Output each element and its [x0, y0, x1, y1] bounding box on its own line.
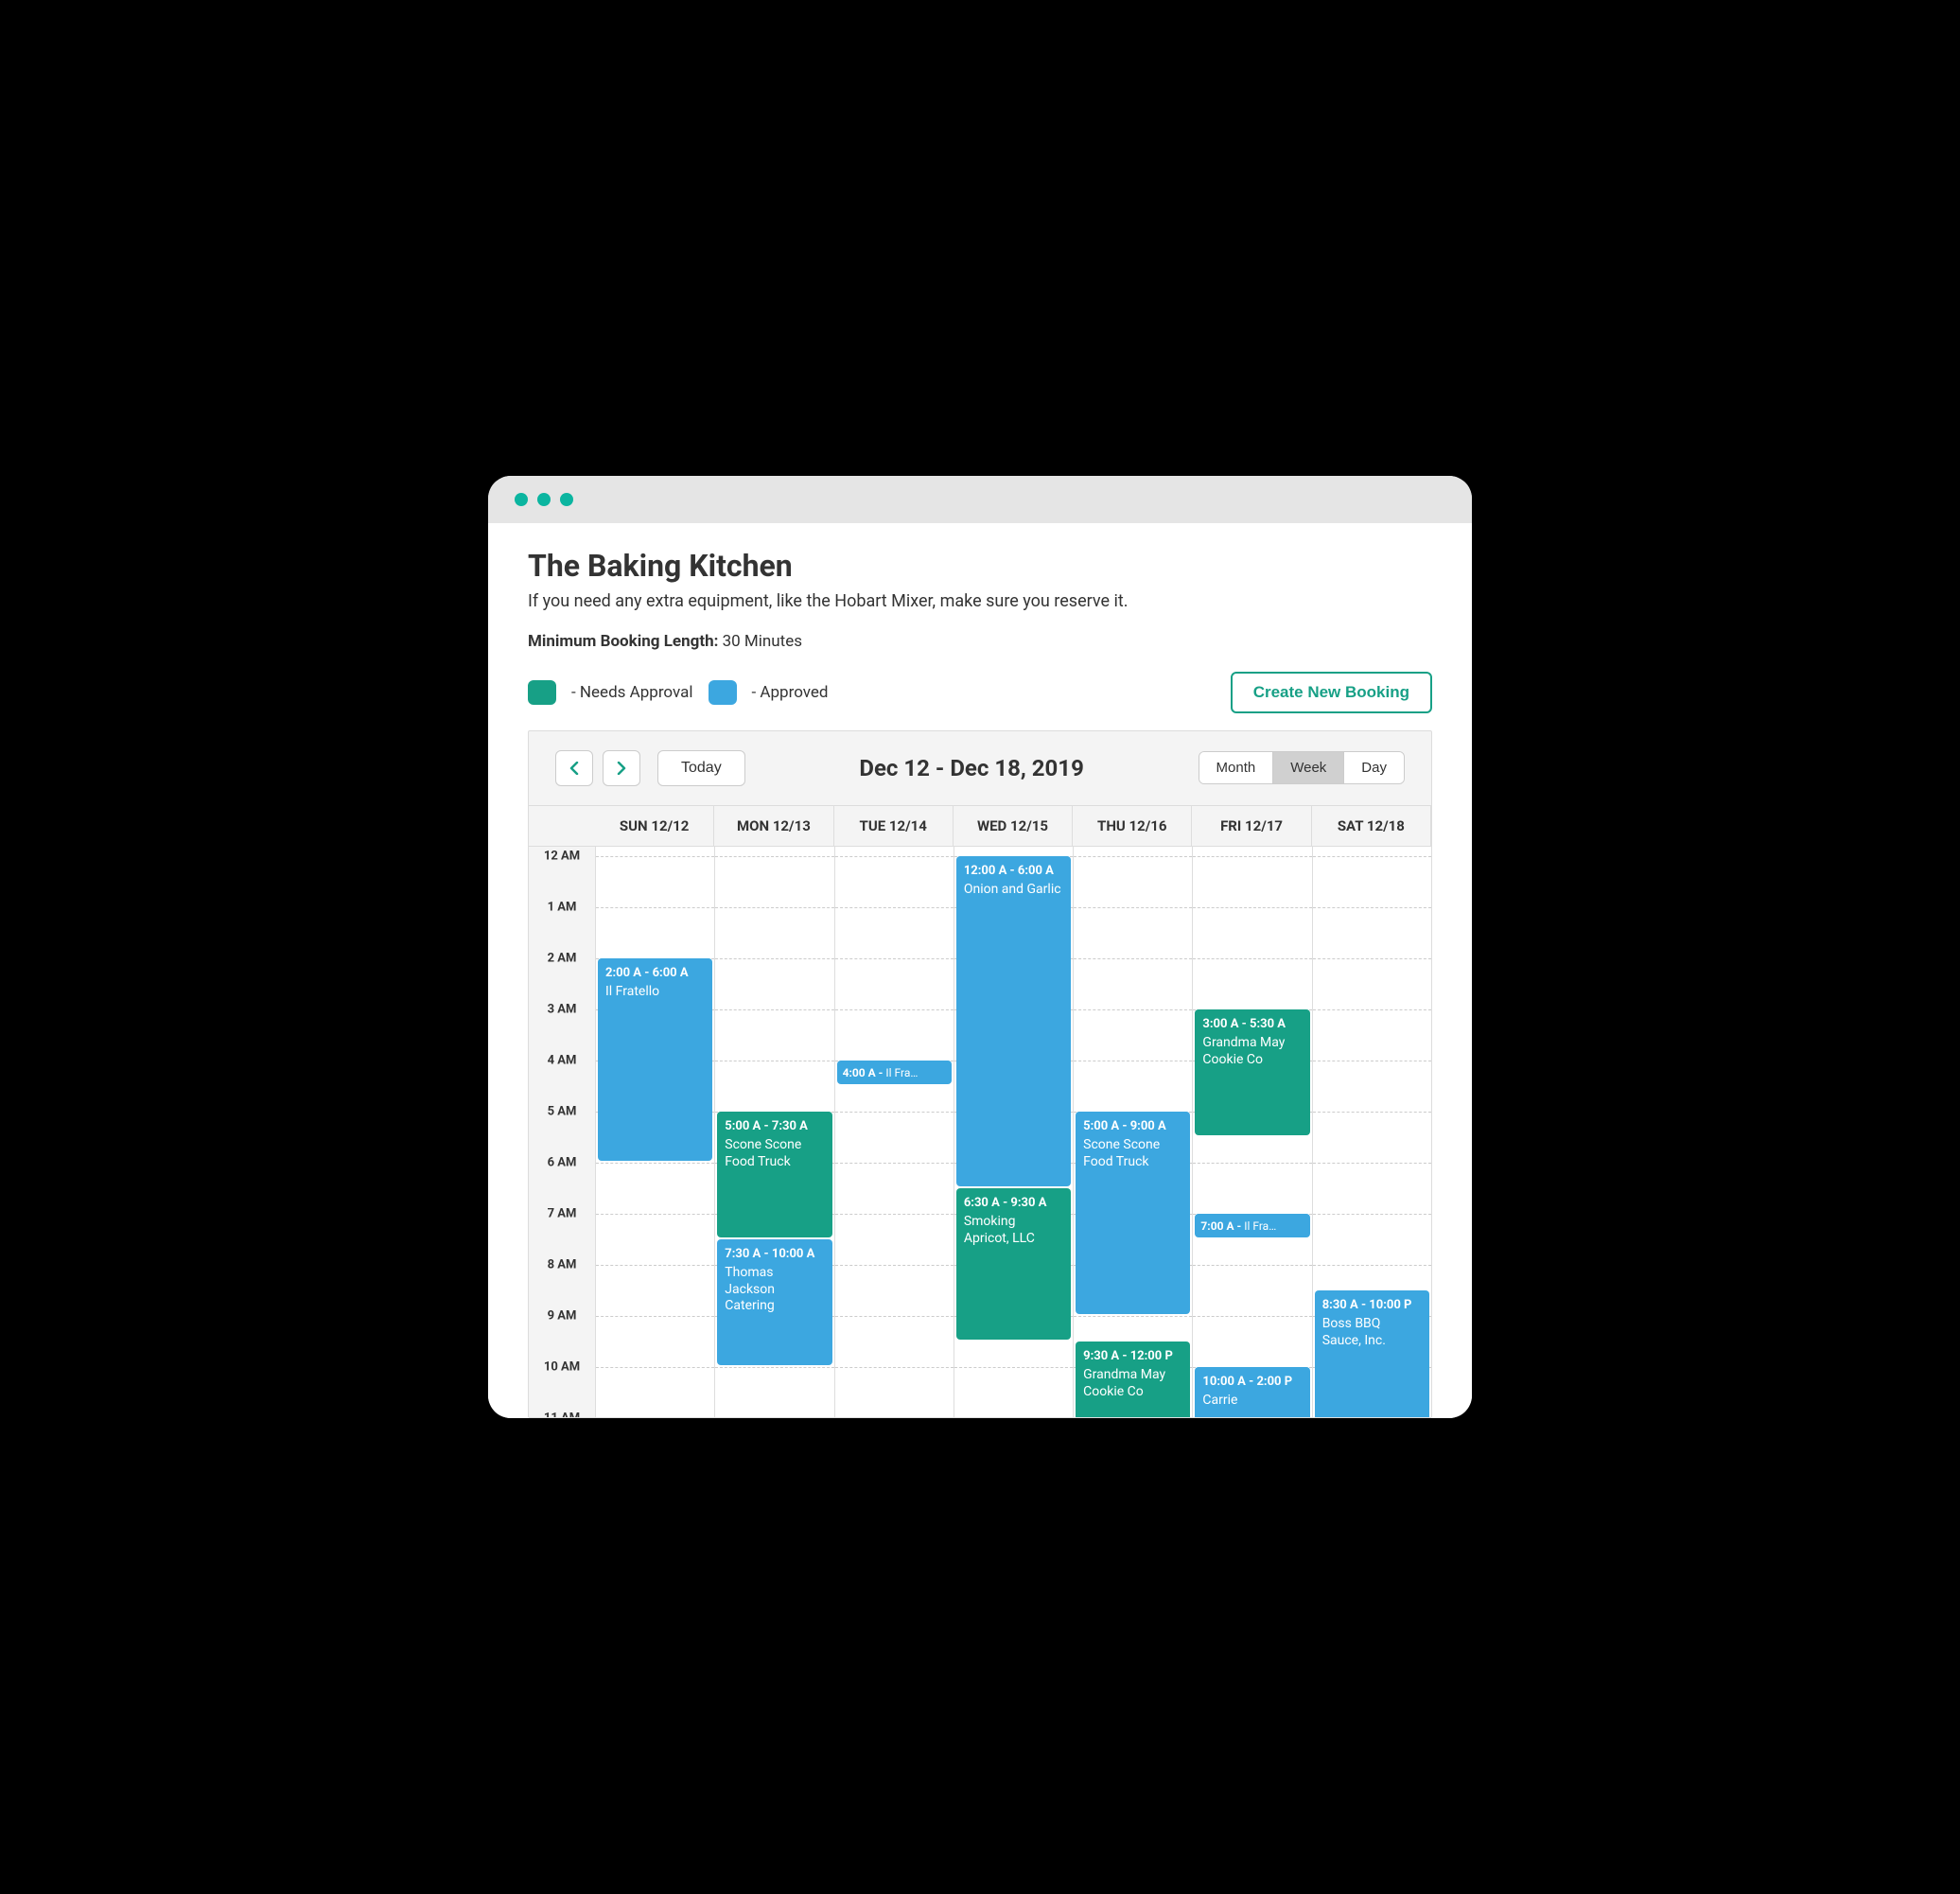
legend-needs-approval: - Needs Approval [571, 683, 693, 702]
day-header-fri: FRI 12/17 [1192, 805, 1311, 846]
view-toggle: Month Week Day [1199, 751, 1405, 784]
day-col-tue[interactable]: 4:00 A - Il Fra… [834, 847, 954, 1418]
event-title: Il Fra… [885, 1066, 918, 1079]
swatch-approved [709, 680, 737, 705]
event-title: Smoking Apricot, LLC [964, 1214, 1063, 1247]
legend-approved: - Approved [752, 683, 829, 702]
event-title: Onion and Garlic [964, 882, 1063, 899]
day-header-thu: THU 12/16 [1073, 805, 1192, 846]
page-description: If you need any extra equipment, like th… [528, 591, 1432, 611]
day-header-sat: SAT 12/18 [1312, 805, 1431, 846]
event-title: Il Fra… [1244, 1219, 1276, 1233]
event-title: Grandma May Cookie Co [1202, 1035, 1302, 1068]
booking-event[interactable]: 5:00 A - 9:00 A Scone Scone Food Truck [1076, 1112, 1190, 1314]
event-title: Boss BBQ Sauce, Inc. [1322, 1316, 1422, 1349]
hour-label: 9 AM [529, 1309, 595, 1324]
window-dot [515, 493, 528, 506]
calendar-body[interactable]: 12 AM 1 AM 2 AM 3 AM 4 AM 5 AM 6 AM 7 AM 8 AM 9 A… [529, 846, 1431, 1418]
next-button[interactable] [603, 750, 640, 786]
min-booking-label: Minimum Booking Length: [528, 632, 718, 651]
calendar-toolbar: Today Dec 12 - Dec 18, 2019 Month Week D… [529, 731, 1431, 805]
booking-event[interactable]: 2:00 A - 6:00 A Il Fratello [598, 958, 712, 1161]
hour-label: 8 AM [529, 1258, 595, 1272]
day-header-wed: WED 12/15 [954, 805, 1073, 846]
event-time: 12:00 A - 6:00 A [964, 864, 1063, 878]
day-header-sun: SUN 12/12 [595, 805, 714, 846]
chevron-left-icon [569, 762, 579, 775]
event-title: Carrie [1202, 1393, 1302, 1410]
window-dot [560, 493, 573, 506]
event-time: 5:00 A - 7:30 A [725, 1119, 824, 1133]
view-week-button[interactable]: Week [1272, 752, 1343, 783]
page-title: The Baking Kitchen [528, 548, 1432, 584]
booking-event[interactable]: 9:30 A - 12:00 P Grandma May Cookie Co [1076, 1342, 1190, 1417]
hour-label: 11 AM [529, 1412, 595, 1418]
event-time: 4:00 A - [843, 1066, 886, 1079]
calendar-nav-left: Today [555, 750, 745, 786]
window-titlebar [488, 476, 1472, 523]
swatch-needs-approval [528, 680, 556, 705]
event-time: 6:30 A - 9:30 A [964, 1196, 1063, 1210]
min-booking-length: Minimum Booking Length: 30 Minutes [528, 632, 1432, 651]
booking-event[interactable]: 5:00 A - 7:30 A Scone Scone Food Truck [717, 1112, 831, 1237]
hour-label: 4 AM [529, 1054, 595, 1068]
legend-row: - Needs Approval - Approved Create New B… [528, 672, 1432, 713]
min-booking-value: 30 Minutes [723, 632, 802, 651]
view-month-button[interactable]: Month [1199, 752, 1273, 783]
day-col-thu[interactable]: 5:00 A - 9:00 A Scone Scone Food Truck 9:3… [1073, 847, 1192, 1418]
booking-event[interactable]: 7:00 A - Il Fra… [1195, 1214, 1309, 1237]
prev-button[interactable] [555, 750, 593, 786]
hour-label: 3 AM [529, 1003, 595, 1017]
day-col-mon[interactable]: 5:00 A - 7:30 A Scone Scone Food Truck 7:3… [714, 847, 833, 1418]
booking-event[interactable]: 8:30 A - 10:00 P Boss BBQ Sauce, Inc. [1315, 1290, 1429, 1417]
calendar-range-title: Dec 12 - Dec 18, 2019 [859, 755, 1083, 781]
today-button[interactable]: Today [657, 750, 745, 786]
event-title: Il Fratello [605, 984, 705, 1001]
app-window: The Baking Kitchen If you need any extra… [488, 476, 1472, 1419]
event-time: 8:30 A - 10:00 P [1322, 1298, 1422, 1312]
event-time: 2:00 A - 6:00 A [605, 966, 705, 980]
create-new-booking-button[interactable]: Create New Booking [1231, 672, 1432, 713]
hour-label: 2 AM [529, 952, 595, 966]
day-header-tue: TUE 12/14 [834, 805, 954, 846]
calendar: Today Dec 12 - Dec 18, 2019 Month Week D… [528, 730, 1432, 1419]
booking-event[interactable]: 12:00 A - 6:00 A Onion and Garlic [956, 856, 1071, 1186]
day-col-sun[interactable]: 2:00 A - 6:00 A Il Fratello [595, 847, 714, 1418]
event-time: 10:00 A - 2:00 P [1202, 1375, 1302, 1389]
event-title: Scone Scone Food Truck [725, 1137, 824, 1170]
hour-label: 10 AM [529, 1360, 595, 1375]
day-col-sat[interactable]: 8:30 A - 10:00 P Boss BBQ Sauce, Inc. [1312, 847, 1431, 1418]
booking-event[interactable]: 10:00 A - 2:00 P Carrie [1195, 1367, 1309, 1417]
day-col-fri[interactable]: 3:00 A - 5:30 A Grandma May Cookie Co 7:00… [1192, 847, 1311, 1418]
day-header-mon: MON 12/13 [714, 805, 833, 846]
event-time: 9:30 A - 12:00 P [1083, 1349, 1182, 1363]
booking-event[interactable]: 3:00 A - 5:30 A Grandma May Cookie Co [1195, 1009, 1309, 1135]
hour-label: 5 AM [529, 1105, 595, 1119]
event-time: 7:30 A - 10:00 A [725, 1247, 824, 1261]
booking-event[interactable]: 7:30 A - 10:00 A Thomas Jackson Catering [717, 1239, 831, 1365]
hour-label: 1 AM [529, 901, 595, 915]
event-time: 7:00 A - [1200, 1219, 1244, 1233]
event-time: 3:00 A - 5:30 A [1202, 1017, 1302, 1031]
time-column: 12 AM 1 AM 2 AM 3 AM 4 AM 5 AM 6 AM 7 AM 8 AM 9 A… [529, 847, 595, 1418]
hour-label: 7 AM [529, 1207, 595, 1221]
event-title: Grandma May Cookie Co [1083, 1367, 1182, 1400]
legend: - Needs Approval - Approved [528, 680, 829, 705]
event-title: Scone Scone Food Truck [1083, 1137, 1182, 1170]
hour-label: 6 AM [529, 1156, 595, 1170]
hour-label: 12 AM [529, 850, 595, 864]
view-day-button[interactable]: Day [1343, 752, 1404, 783]
calendar-corner [529, 805, 595, 846]
chevron-right-icon [617, 762, 626, 775]
booking-event[interactable]: 4:00 A - Il Fra… [837, 1061, 952, 1084]
booking-event[interactable]: 6:30 A - 9:30 A Smoking Apricot, LLC [956, 1188, 1071, 1340]
event-title: Thomas Jackson Catering [725, 1265, 824, 1315]
day-col-wed[interactable]: 12:00 A - 6:00 A Onion and Garlic 6:30 A -… [954, 847, 1073, 1418]
window-dot [537, 493, 551, 506]
page-content: The Baking Kitchen If you need any extra… [488, 523, 1472, 1419]
calendar-header-row: SUN 12/12 MON 12/13 TUE 12/14 WED 12/15 … [529, 805, 1431, 846]
event-time: 5:00 A - 9:00 A [1083, 1119, 1182, 1133]
